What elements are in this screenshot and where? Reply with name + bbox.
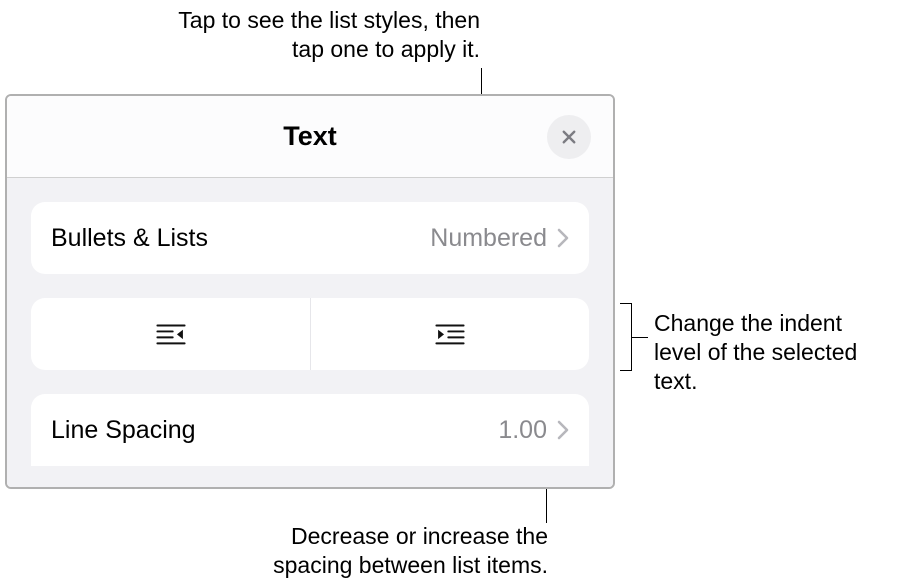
bullets-lists-value: Numbered [430,224,547,253]
outdent-icon [154,322,188,346]
line-spacing-row[interactable]: Line Spacing 1.00 [31,394,589,466]
callout-list-styles: Tap to see the list styles, then tap one… [150,6,480,64]
indent-icon [433,322,467,346]
indent-button[interactable] [310,298,589,370]
chevron-right-icon [557,228,569,248]
panel-body: Bullets & Lists Numbered [7,178,613,487]
callout-line-spacing: Decrease or increase the spacing between… [228,522,548,580]
bracket [620,303,632,371]
chevron-right-icon [557,420,569,440]
line-spacing-value: 1.00 [498,416,547,445]
close-icon [560,128,578,146]
callout-line [632,337,648,338]
line-spacing-label: Line Spacing [51,416,196,445]
indent-controls [31,298,589,370]
outdent-button[interactable] [31,298,310,370]
panel-title: Text [283,121,337,152]
panel-header: Text [7,96,613,178]
close-button[interactable] [547,115,591,159]
bullets-lists-label: Bullets & Lists [51,224,208,253]
text-format-panel: Text Bullets & Lists Numbered [5,94,615,489]
bullets-lists-row[interactable]: Bullets & Lists Numbered [31,202,589,274]
callout-indent: Change the indent level of the selected … [654,309,894,395]
